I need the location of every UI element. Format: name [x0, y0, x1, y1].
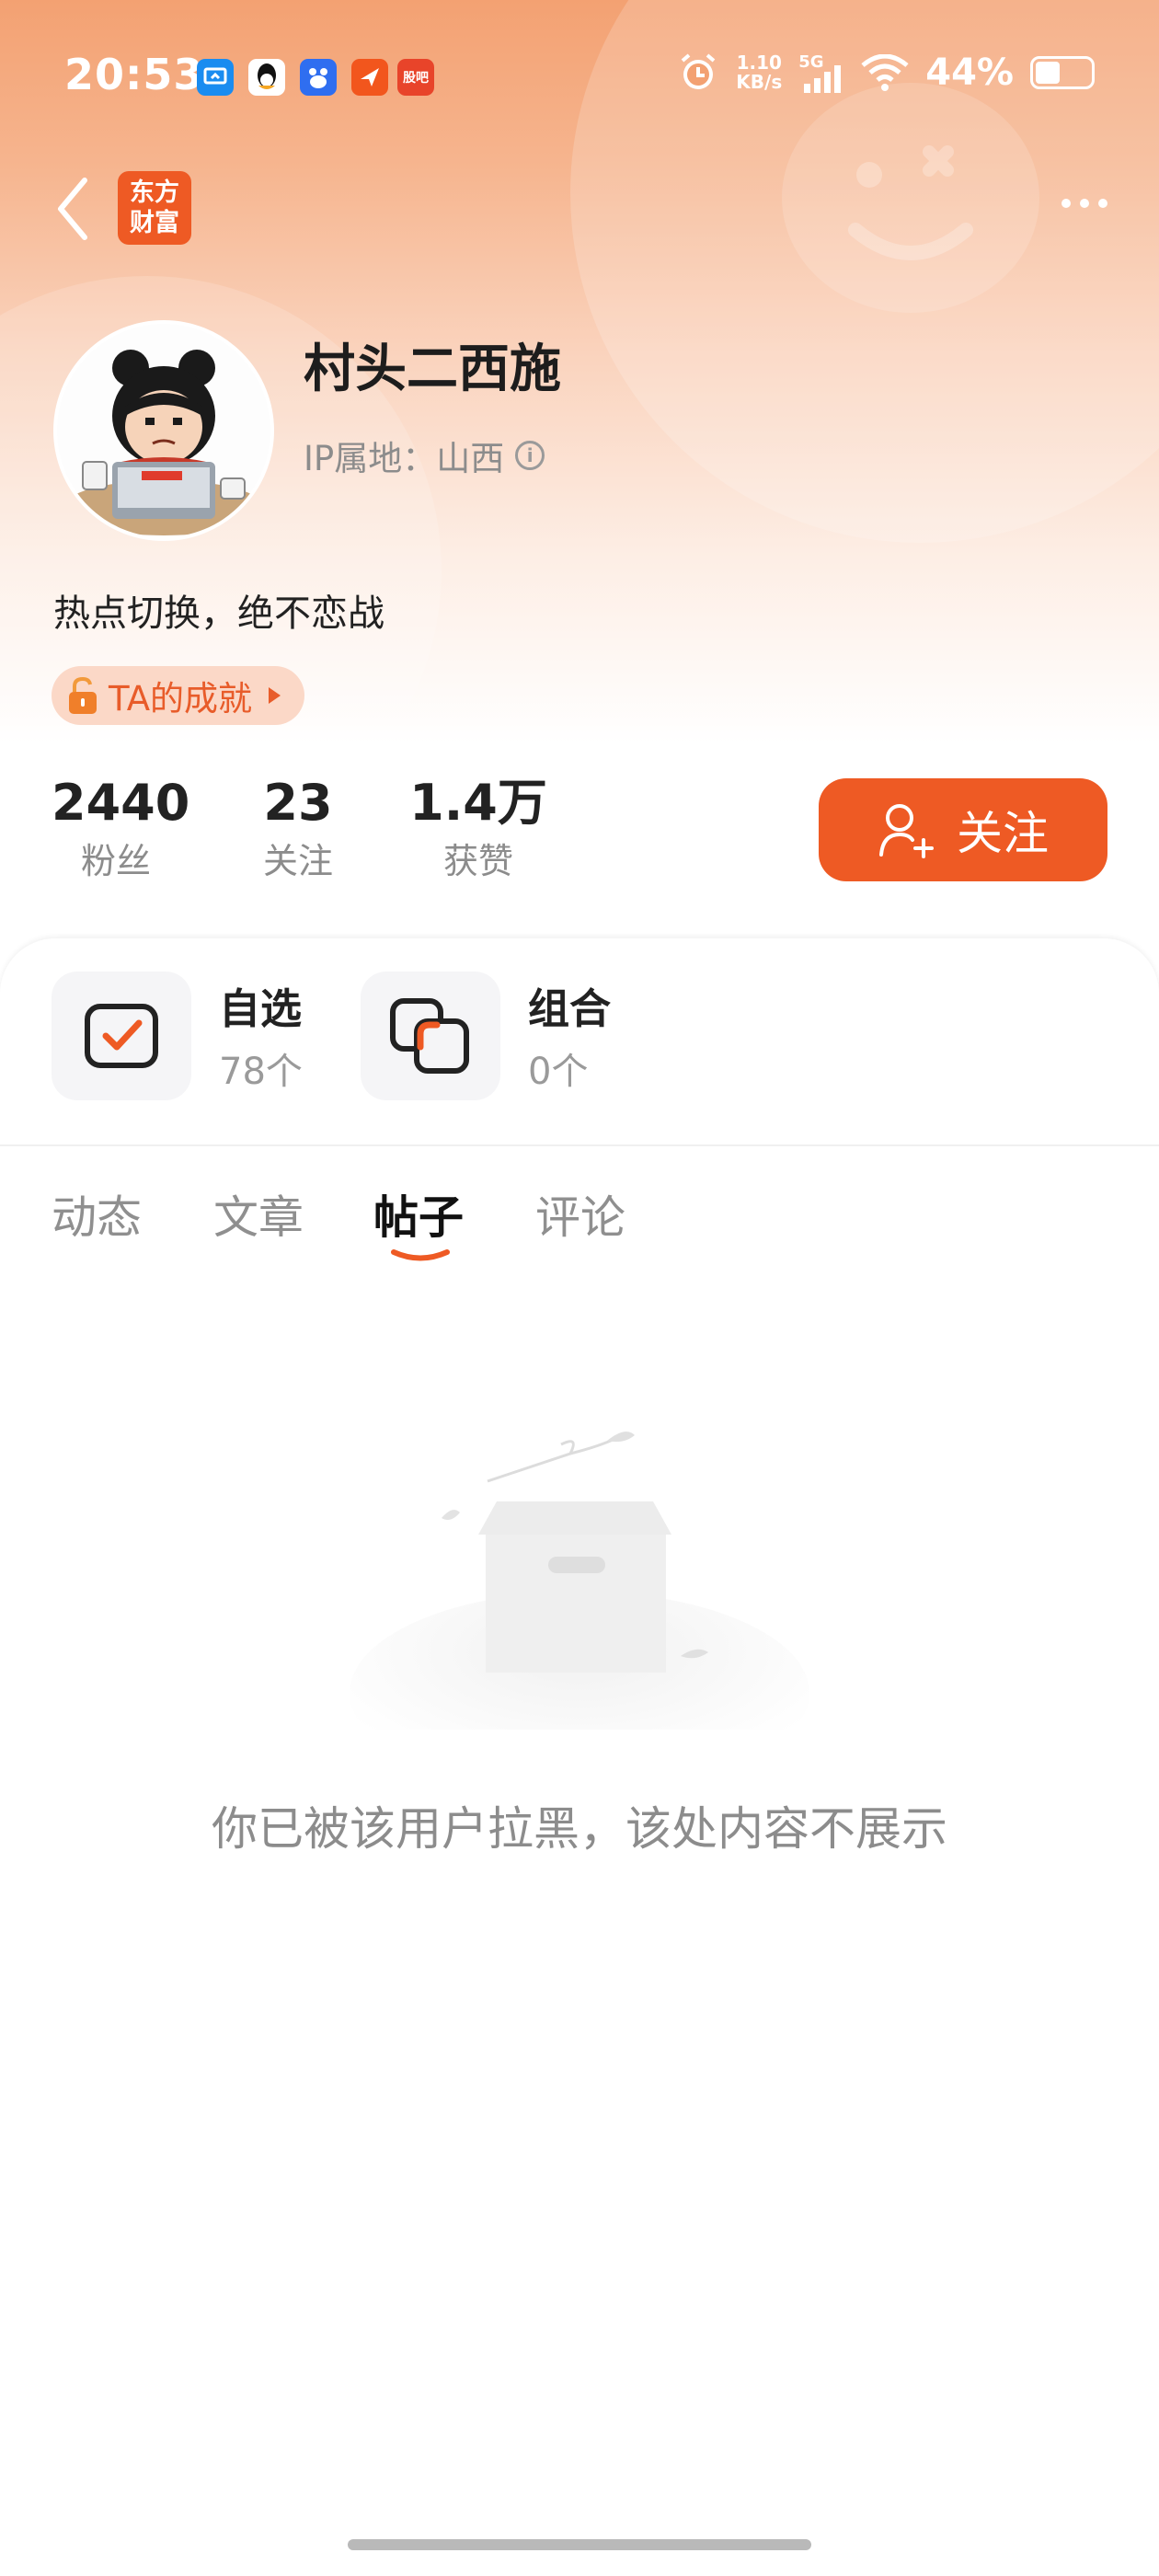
status-time: 20:53	[64, 50, 204, 99]
battery-level	[1036, 62, 1060, 84]
baidu-icon	[300, 59, 337, 96]
net-speed-unit: KB/s	[736, 71, 783, 93]
status-indicators: 1.10 KB/s 5G 44%	[677, 52, 1095, 94]
bio: 热点切换，绝不恋战	[53, 592, 384, 635]
wifi-icon	[861, 54, 909, 91]
tab-articles[interactable]: 文章	[213, 1181, 304, 1247]
stat-label: 粉丝	[80, 841, 151, 881]
tab-comments[interactable]: 评论	[535, 1181, 625, 1247]
lock-icon	[69, 676, 97, 714]
net-speed-value: 1.10	[736, 52, 782, 74]
watchlist-count: 78个	[219, 1051, 303, 1093]
signal-bars-icon	[804, 65, 842, 93]
achievement-button[interactable]: TA的成就	[52, 666, 305, 725]
follow-button[interactable]: 关注	[819, 778, 1107, 881]
divider	[0, 1144, 1159, 1146]
stat-likes[interactable]: 1.4万 获赞	[405, 771, 552, 887]
stat-label: 关注	[262, 841, 333, 881]
portfolio-icon	[390, 998, 469, 1074]
home-indicator[interactable]	[348, 2539, 811, 2550]
chevron-right-icon	[269, 687, 281, 704]
stat-value: 2440	[52, 774, 190, 832]
portfolio-count: 0个	[528, 1051, 589, 1093]
stock-app-label: 股吧	[403, 71, 429, 86]
screen-cast-icon	[197, 59, 234, 96]
achievement-label: TA的成就	[109, 679, 253, 719]
active-tab-indicator	[391, 1249, 450, 1261]
app-logo: 东方 财富	[118, 171, 191, 245]
share-app-icon	[351, 59, 388, 96]
watchlist-title[interactable]: 自选	[219, 975, 302, 1035]
watchlist-icon	[85, 1004, 158, 1068]
stat-value: 23	[263, 774, 333, 832]
tab-dynamics[interactable]: 动态	[52, 1181, 142, 1247]
decorative-smile-bubble	[782, 83, 1039, 313]
watchlist-card-icon[interactable]	[52, 972, 191, 1100]
avatar[interactable]	[53, 320, 274, 541]
logo-line-1: 东方	[130, 178, 179, 207]
portfolio-card-icon[interactable]	[361, 972, 500, 1100]
stat-following[interactable]: 23 关注	[243, 771, 353, 887]
username: 村头二西施	[304, 339, 561, 399]
ip-location-row: IP属地：山西 i	[304, 431, 545, 480]
stat-followers[interactable]: 2440 粉丝	[52, 771, 190, 887]
avatar-illustration	[57, 324, 270, 537]
stat-value: 1.4万	[409, 774, 547, 832]
net-speed: 1.10 KB/s	[736, 53, 782, 92]
ip-location: IP属地：山西	[304, 439, 505, 478]
alarm-icon	[681, 53, 716, 89]
tab-posts[interactable]: 帖子	[373, 1181, 464, 1247]
battery-percent: 44%	[925, 52, 1014, 94]
info-icon[interactable]: i	[515, 441, 545, 470]
logo-line-2: 财富	[130, 209, 179, 237]
follow-button-label: 关注	[957, 807, 1049, 860]
cellular-signal: 5G	[798, 52, 844, 93]
qq-icon	[248, 59, 285, 96]
portfolio-title[interactable]: 组合	[528, 975, 611, 1035]
empty-state-message: 你已被该用户拉黑，该处内容不展示	[212, 1802, 947, 1856]
stat-label: 获赞	[442, 841, 513, 881]
stock-app-icon: 股吧	[397, 59, 434, 96]
empty-box-illustration	[350, 1432, 809, 1730]
battery-icon	[1030, 56, 1095, 89]
add-user-icon	[879, 804, 934, 858]
more-options-icon[interactable]	[1061, 199, 1107, 208]
back-arrow-icon[interactable]	[52, 175, 98, 243]
